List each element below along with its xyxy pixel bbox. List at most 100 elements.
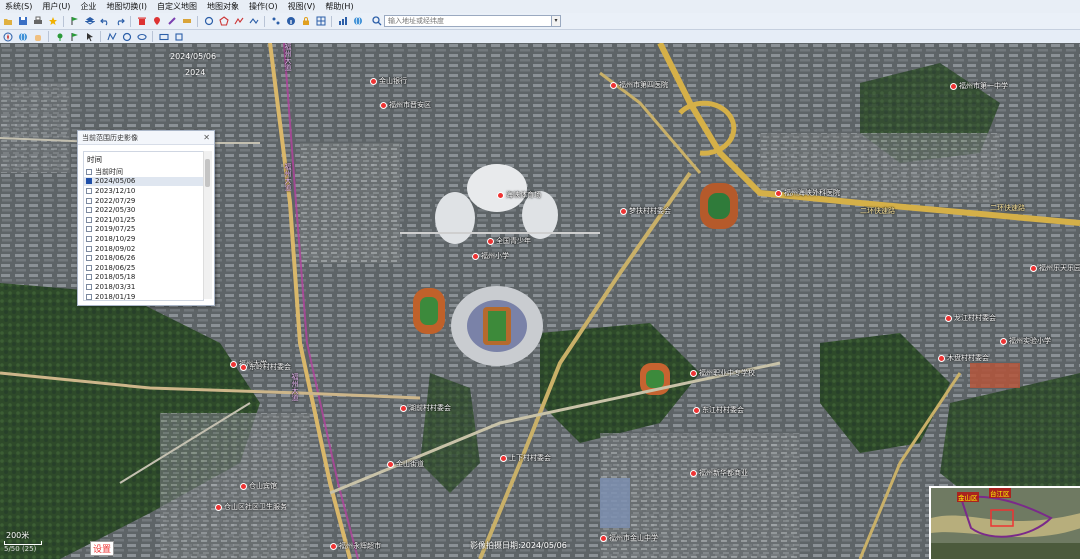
date-checkbox[interactable] — [86, 226, 92, 233]
menu-item[interactable]: 操作(O) — [244, 0, 283, 13]
line-icon[interactable] — [233, 15, 245, 27]
map-poi-label[interactable]: 东岭村村委会 — [240, 362, 291, 372]
menu-item[interactable]: 视图(V) — [283, 0, 321, 13]
map-poi-label[interactable]: 福州市第四医院 — [610, 80, 668, 90]
layers-icon[interactable] — [84, 15, 96, 27]
menu-item[interactable]: 自定义地图 — [152, 0, 202, 13]
pointer-icon[interactable] — [84, 31, 96, 43]
date-row[interactable]: 2018/05/18 — [84, 273, 203, 283]
date-row[interactable]: 2018/03/31 — [84, 282, 203, 292]
print-icon[interactable] — [32, 15, 44, 27]
date-row[interactable]: 2023/12/10 — [84, 186, 203, 196]
hand-icon[interactable] — [32, 31, 44, 43]
date-checkbox[interactable] — [86, 245, 92, 252]
ruler-icon[interactable] — [181, 15, 193, 27]
date-checkbox[interactable] — [86, 207, 92, 214]
measure-icon[interactable] — [248, 15, 260, 27]
date-checkbox[interactable] — [86, 283, 92, 290]
date-row[interactable]: 2018/09/02 — [84, 244, 203, 254]
compass-icon[interactable] — [2, 31, 14, 43]
map-poi-label[interactable]: 福州小学 — [472, 251, 509, 261]
search-dropdown-button[interactable]: ▾ — [552, 15, 561, 27]
info-icon[interactable] — [285, 15, 297, 27]
date-row[interactable]: 2018/01/19 — [84, 292, 203, 300]
date-checkbox[interactable] — [86, 293, 92, 300]
date-row[interactable]: 2018/10/29 — [84, 234, 203, 244]
grid-icon[interactable] — [315, 15, 327, 27]
date-checkbox[interactable] — [86, 274, 92, 281]
date-row[interactable]: 2022/05/30 — [84, 205, 203, 215]
rectangle-icon[interactable] — [158, 31, 170, 43]
globe-icon[interactable] — [17, 31, 29, 43]
point-icon[interactable] — [270, 15, 282, 27]
map-poi-label[interactable]: 福州职业中专学校 — [690, 368, 755, 378]
date-row[interactable]: 2018/06/25 — [84, 263, 203, 273]
polygon-icon[interactable] — [218, 15, 230, 27]
map-poi-label[interactable]: 福州实验小学 — [1000, 336, 1051, 346]
map-poi-label[interactable]: 金山街道 — [387, 459, 424, 469]
menu-item[interactable]: 用户(U) — [37, 0, 75, 13]
map-poi-label[interactable]: 福州市晋安区 — [380, 100, 431, 110]
search-input[interactable] — [384, 15, 552, 27]
close-icon[interactable]: ✕ — [203, 133, 210, 142]
pin-icon[interactable] — [54, 31, 66, 43]
date-checkbox[interactable] — [86, 264, 92, 271]
map-poi-label[interactable]: 湖前村村委会 — [400, 403, 451, 413]
date-checkbox[interactable] — [86, 197, 92, 204]
map-poi-label[interactable]: 福州永辉超市 — [330, 541, 381, 551]
map-poi-label[interactable]: 上下村村委会 — [500, 453, 551, 463]
map-poi-label[interactable]: 海峡体育场 — [497, 190, 541, 200]
menu-item[interactable]: 地图对象 — [202, 0, 244, 13]
date-row[interactable]: 2018/06/26 — [84, 253, 203, 263]
map-poi-label[interactable]: 全国青少年 — [487, 236, 531, 246]
settings-button[interactable]: 设置 — [90, 541, 115, 556]
map-poi-label[interactable]: 金山银行 — [370, 76, 407, 86]
menu-item[interactable]: 系统(S) — [0, 0, 37, 13]
lock-icon[interactable] — [300, 15, 312, 27]
map-poi-label[interactable]: 梦扶村村委会 — [620, 206, 671, 216]
ellipse-icon[interactable] — [136, 31, 148, 43]
date-row[interactable]: 2019/07/25 — [84, 225, 203, 235]
delete-icon[interactable] — [136, 15, 148, 27]
save-icon[interactable] — [17, 15, 29, 27]
date-checkbox[interactable] — [86, 168, 92, 175]
date-checkbox[interactable] — [86, 235, 92, 242]
map-poi-label[interactable]: 东江村村委会 — [693, 405, 744, 415]
map-poi-label[interactable]: 龙江村村委会 — [945, 313, 996, 323]
map-poi-label[interactable]: 福州海峡外科医院 — [775, 188, 840, 198]
date-row[interactable]: 当前时间 — [84, 167, 203, 177]
circle-icon[interactable] — [121, 31, 133, 43]
map-poi-label[interactable]: 仓山宾馆 — [240, 481, 277, 491]
pen-icon[interactable] — [166, 15, 178, 27]
flag-icon[interactable] — [69, 31, 81, 43]
date-checkbox[interactable] — [86, 178, 92, 185]
map-poi-label[interactable]: 仓山区社区卫生服务 — [215, 502, 287, 512]
circle-icon[interactable] — [203, 15, 215, 27]
date-checkbox[interactable] — [86, 255, 92, 262]
polyline-icon[interactable] — [106, 31, 118, 43]
redo-icon[interactable] — [114, 15, 126, 27]
marker-icon[interactable] — [151, 15, 163, 27]
chart-icon[interactable] — [337, 15, 349, 27]
date-row[interactable]: 2021/01/25 — [84, 215, 203, 225]
scrollbar-thumb[interactable] — [205, 159, 210, 187]
map-poi-label[interactable]: 木盘村村委会 — [938, 353, 989, 363]
date-row[interactable]: 2024/05/06 — [84, 176, 203, 187]
date-row[interactable]: 2022/07/29 — [84, 196, 203, 206]
map-poi-label[interactable]: 福州乐天乐园 — [1030, 263, 1080, 273]
overview-map[interactable]: 金山区 台江区 — [929, 486, 1080, 559]
satellite-map[interactable]: 福州市晋安区 金山银行海峡体育场全国青少年福州小学 福州市第四医院福州海峡外科医院梦… — [0, 43, 1080, 559]
map-poi-label[interactable]: 福州市第一中学 — [950, 81, 1008, 91]
menu-item[interactable]: 地图切换(I) — [101, 0, 152, 13]
search-icon[interactable] — [371, 15, 383, 27]
globe-icon[interactable] — [352, 15, 364, 27]
star-icon[interactable] — [47, 15, 59, 27]
date-checkbox[interactable] — [86, 187, 92, 194]
menu-item[interactable]: 帮助(H) — [320, 0, 358, 13]
menu-item[interactable]: 企业 — [75, 0, 101, 13]
list-scrollbar[interactable] — [203, 151, 212, 299]
map-poi-label[interactable]: 福州市金山中学 — [600, 533, 658, 543]
map-poi-label[interactable]: 福州新华都商业 — [690, 468, 748, 478]
undo-icon[interactable] — [99, 15, 111, 27]
flag-icon[interactable] — [69, 15, 81, 27]
